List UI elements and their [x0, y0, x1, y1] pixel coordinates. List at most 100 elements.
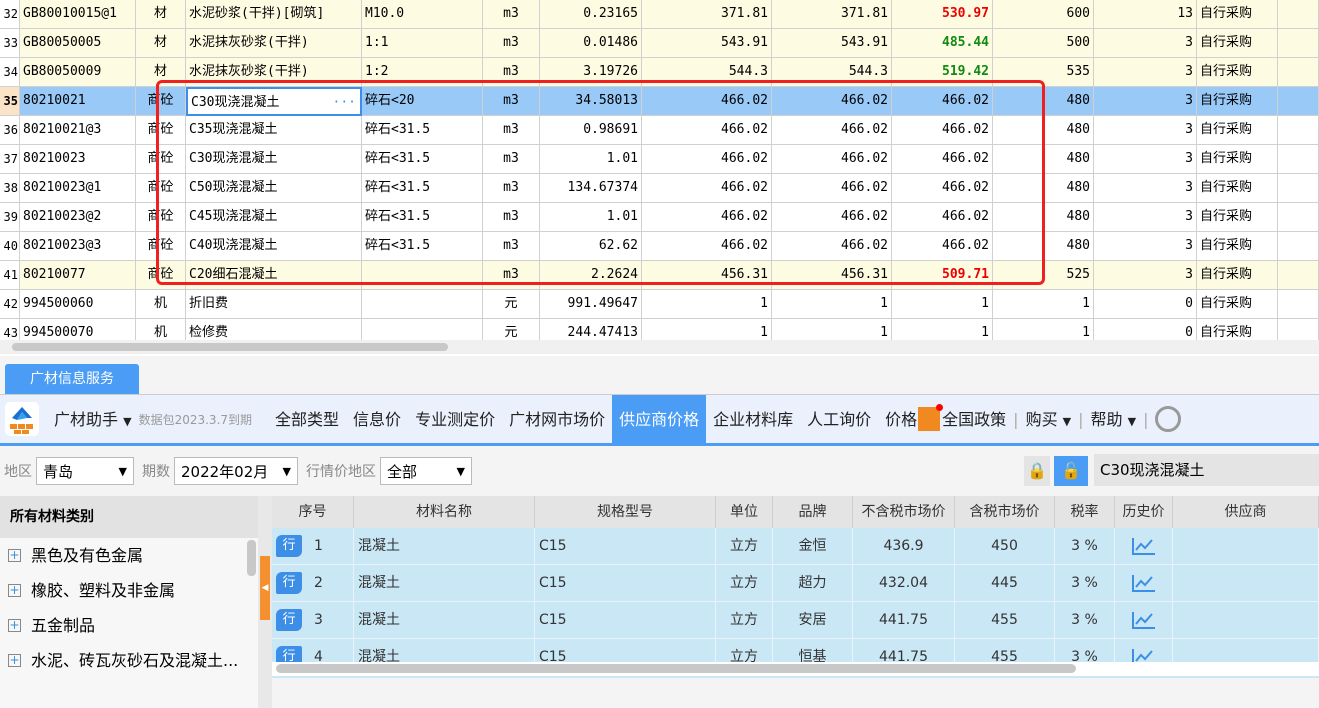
table-row[interactable]: 34 GB80050009 材水泥抹灰砂浆(干拌) 1:2 m3 3.19726 544.3… [0, 58, 1319, 87]
empty-cell[interactable] [1278, 174, 1319, 203]
market-price-cell[interactable]: 466.02 [892, 203, 993, 232]
expand-icon[interactable]: + [8, 654, 21, 667]
code-cell[interactable]: GB80050009 [20, 58, 136, 87]
type-cell[interactable]: 商砼 [136, 232, 186, 261]
unit-cell[interactable]: m3 [483, 232, 540, 261]
table-row[interactable]: 39 80210023@2 商砼 C45现浇混凝土 碎石<31.5 m3 1.01 466.0… [0, 203, 1319, 232]
value-cell[interactable]: 3 [1094, 29, 1197, 58]
price-cell[interactable]: 466.02 [772, 203, 892, 232]
name-cell[interactable]: 水泥抹灰砂浆(干拌) [186, 29, 362, 58]
type-cell[interactable]: 商砼 [136, 116, 186, 145]
value-cell[interactable]: 3 [1094, 232, 1197, 261]
value-cell[interactable]: 3 [1094, 145, 1197, 174]
name-cell[interactable]: C30现浇混凝土 [186, 145, 362, 174]
code-cell[interactable]: 80210077 [20, 261, 136, 290]
history-chart-icon[interactable] [1115, 565, 1173, 602]
row-action-badge[interactable]: 行 [276, 535, 302, 557]
spec-cell[interactable]: 碎石<20 [362, 87, 483, 116]
quantity-cell[interactable]: 1.01 [540, 145, 642, 174]
expand-icon[interactable]: + [8, 584, 21, 597]
collapse-arrow-icon[interactable]: ◀ [260, 556, 270, 620]
table-row[interactable]: 42 994500060 机折旧费元 991.49647 1 1 1 1 0 自行采购 [0, 290, 1319, 319]
market-price-cell[interactable]: 1 [892, 319, 993, 340]
market-price-cell[interactable]: 466.02 [892, 145, 993, 174]
value-cell[interactable]: 480 [993, 116, 1094, 145]
value-cell[interactable]: 3 [1094, 261, 1197, 290]
spec-cell[interactable] [362, 319, 483, 340]
price-cell[interactable]: 1 [642, 319, 772, 340]
table-row[interactable]: 33 GB80050005 材水泥抹灰砂浆(干拌) 1:1 m3 0.01486 543.9… [0, 29, 1319, 58]
type-cell[interactable]: 机 [136, 319, 186, 340]
spec-cell[interactable]: 1:1 [362, 29, 483, 58]
source-cell[interactable]: 自行采购 [1197, 58, 1278, 87]
price-cell[interactable]: 1 [772, 290, 892, 319]
grid-row[interactable]: 行 1 混凝土 C15 立方 金恒 436.9 450 3 % [272, 528, 1319, 565]
tab-price-source[interactable]: 企业材料库 [706, 395, 800, 443]
column-header[interactable]: 供应商 [1173, 496, 1319, 528]
row-action-badge[interactable]: 行 [276, 572, 302, 594]
empty-cell[interactable] [1278, 87, 1319, 116]
spec-cell[interactable] [362, 290, 483, 319]
price-cell[interactable]: 456.31 [642, 261, 772, 290]
type-cell[interactable]: 机 [136, 290, 186, 319]
name-cell[interactable]: C20细石混凝土 [186, 261, 362, 290]
search-input[interactable]: C30现浇混凝土 [1094, 454, 1319, 486]
grid-scrollbar[interactable] [272, 662, 1319, 676]
price-cell[interactable]: 466.02 [642, 87, 772, 116]
market-price-cell[interactable]: 485.44 [892, 29, 993, 58]
price-cell[interactable]: 1 [772, 319, 892, 340]
spec-cell[interactable]: M10.0 [362, 0, 483, 29]
name-cell[interactable]: C50现浇混凝土 [186, 174, 362, 203]
spec-cell[interactable]: 碎石<31.5 [362, 174, 483, 203]
spec-cell[interactable]: 碎石<31.5 [362, 116, 483, 145]
code-cell[interactable]: GB80050005 [20, 29, 136, 58]
source-cell[interactable]: 自行采购 [1197, 261, 1278, 290]
code-cell[interactable]: 80210021 [20, 87, 136, 116]
region-select[interactable]: 青岛 ▼ [36, 457, 134, 485]
type-cell[interactable]: 商砼 [136, 261, 186, 290]
code-cell[interactable]: 994500060 [20, 290, 136, 319]
code-cell[interactable]: 80210023@2 [20, 203, 136, 232]
quantity-cell[interactable]: 1.01 [540, 203, 642, 232]
quantity-cell[interactable]: 62.62 [540, 232, 642, 261]
period-select[interactable]: 2022年02月 ▼ [174, 457, 298, 485]
value-cell[interactable]: 3 [1094, 116, 1197, 145]
type-cell[interactable]: 商砼 [136, 203, 186, 232]
value-cell[interactable]: 0 [1094, 319, 1197, 340]
source-cell[interactable]: 自行采购 [1197, 29, 1278, 58]
source-cell[interactable]: 自行采购 [1197, 319, 1278, 340]
source-cell[interactable]: 自行采购 [1197, 290, 1278, 319]
quantity-cell[interactable]: 0.01486 [540, 29, 642, 58]
type-cell[interactable]: 商砼 [136, 87, 186, 116]
market-region-select[interactable]: 全部 ▼ [380, 457, 472, 485]
quantity-cell[interactable]: 0.23165 [540, 0, 642, 29]
name-cell[interactable]: 检修费 [186, 319, 362, 340]
quantity-cell[interactable]: 0.98691 [540, 116, 642, 145]
category-item[interactable]: + 水泥、砖瓦灰砂石及混凝土... [0, 643, 258, 678]
source-cell[interactable]: 自行采购 [1197, 232, 1278, 261]
table-row[interactable]: 41 80210077 商砼 C20细石混凝土 m3 2.2624 456.31 456.31… [0, 261, 1319, 290]
spec-cell[interactable]: 碎石<31.5 [362, 203, 483, 232]
price-cell[interactable]: 466.02 [772, 87, 892, 116]
tab-price-source[interactable]: 人工询价 [800, 395, 878, 443]
price-cell[interactable]: 466.02 [642, 116, 772, 145]
table-row[interactable]: 37 80210023 商砼 C30现浇混凝土 碎石<31.5 m3 1.01 466.02 4… [0, 145, 1319, 174]
category-scrollbar[interactable] [247, 540, 256, 576]
table-row[interactable]: 38 80210023@1 商砼 C50现浇混凝土 碎石<31.5 m3 134.67374… [0, 174, 1319, 203]
column-header[interactable]: 历史价 [1115, 496, 1173, 528]
unit-cell[interactable]: 元 [483, 319, 540, 340]
spec-cell[interactable]: 1:2 [362, 58, 483, 87]
value-cell[interactable]: 1 [993, 290, 1094, 319]
unit-cell[interactable]: m3 [483, 145, 540, 174]
panel-splitter[interactable]: ◀ [258, 496, 272, 708]
value-cell[interactable]: 480 [993, 203, 1094, 232]
user-avatar-icon[interactable] [1154, 406, 1181, 432]
source-cell[interactable]: 自行采购 [1197, 0, 1278, 29]
more-icon[interactable]: ··· [333, 89, 356, 114]
quantity-cell[interactable]: 134.67374 [540, 174, 642, 203]
quantity-cell[interactable]: 991.49647 [540, 290, 642, 319]
price-cell[interactable]: 466.02 [642, 232, 772, 261]
name-cell[interactable]: 水泥砂浆(干拌)[砌筑] [186, 0, 362, 29]
value-cell[interactable]: 480 [993, 174, 1094, 203]
unit-cell[interactable]: m3 [483, 29, 540, 58]
